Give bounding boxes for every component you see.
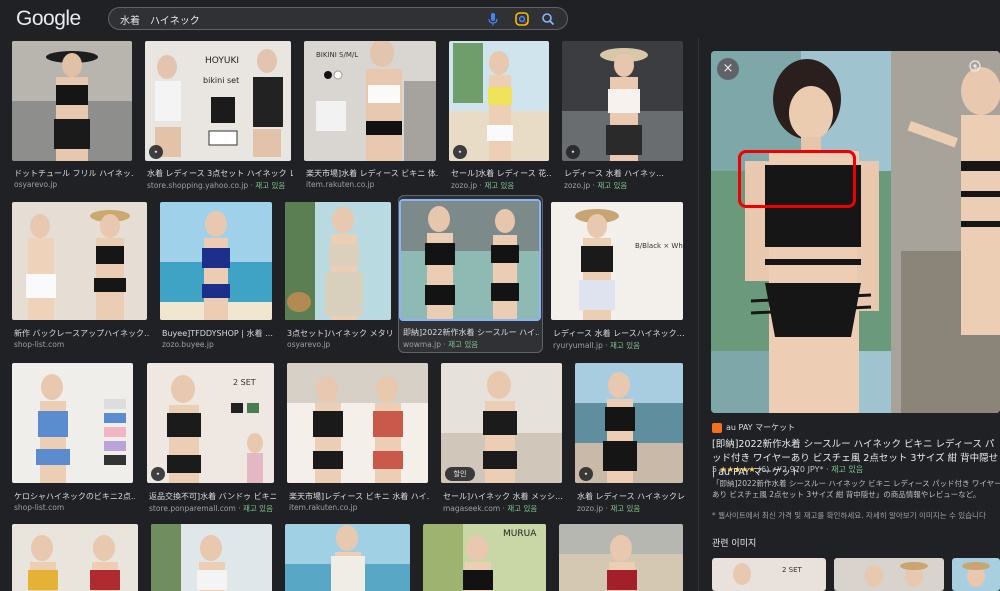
result-title[interactable]: レディース 水着 レースハイネック…: [553, 328, 685, 339]
result-source[interactable]: zozo.jp · 재고 있음: [577, 503, 685, 514]
price-disclaimer: * 웹사이트에서 최신 가격 및 재고를 확인하세요. 자세히 알아보기 이미지…: [712, 511, 986, 520]
store-name[interactable]: au PAY マーケット: [712, 422, 795, 433]
product-description: 「即納]2022新作水着 シースルー ハイネック ビキニ レディース パッド付き…: [712, 479, 1000, 499]
rating-row: 5 ★★★★★ (6) · ¥2,970 JPY* · 재고 있음: [712, 465, 864, 474]
result-source[interactable]: zozo.jp · 재고 있음: [451, 180, 551, 191]
product-tag-icon: ⬩: [566, 145, 580, 159]
result-source[interactable]: store.ponparemall.com · 재고 있음: [149, 503, 276, 514]
result-title[interactable]: レディース 水着 ハイネッ…: [564, 168, 685, 179]
related-thumbnail[interactable]: [834, 558, 944, 591]
price: ¥2,970 JPY*: [777, 465, 824, 474]
result-title[interactable]: ドットチュール フリル ハイネッ…: [14, 168, 134, 179]
result-thumbnail[interactable]: [562, 41, 683, 161]
close-icon[interactable]: ×: [717, 58, 739, 80]
product-tag-icon: ⬩: [579, 467, 593, 481]
result-source[interactable]: store.shopping.yahoo.co.jp · 재고 있음: [147, 180, 293, 191]
result-thumbnail[interactable]: MURUA: [423, 524, 546, 591]
result-thumbnail[interactable]: [160, 202, 272, 320]
bikini-set-label: bikini set: [203, 76, 239, 85]
image-results-grid: ドットチュール フリル ハイネッ… osyarevo.jp HOYUKI bik…: [0, 38, 698, 591]
result-source[interactable]: item.rakuten.co.jp: [289, 503, 430, 512]
result-thumbnail[interactable]: [151, 524, 272, 591]
result-thumbnail[interactable]: [12, 363, 133, 483]
result-thumbnail[interactable]: [449, 41, 549, 161]
result-title[interactable]: 水着 レディース ハイネックレ…: [577, 491, 685, 502]
result-source[interactable]: ryuryumall.jp · 재고 있음: [553, 340, 685, 351]
search-icon[interactable]: [541, 12, 555, 26]
share-icon[interactable]: [967, 58, 983, 74]
result-source[interactable]: shop-list.com: [14, 503, 135, 512]
related-thumbnail[interactable]: 2 SET: [712, 558, 826, 591]
result-source[interactable]: zozo.buyee.jp: [162, 340, 274, 349]
result-source[interactable]: zozo.jp · 재고 있음: [564, 180, 685, 191]
result-thumbnail[interactable]: [559, 524, 683, 591]
result-title[interactable]: セール]ハイネック 水着 メッシ…: [443, 491, 564, 502]
result-thumbnail[interactable]: [12, 202, 147, 320]
bikini-set-label: HOYUKI: [205, 56, 239, 66]
sale-badge: 할인: [445, 467, 475, 481]
google-logo[interactable]: Google: [16, 7, 81, 31]
result-source[interactable]: osyarevo.jp: [287, 340, 393, 349]
result-title[interactable]: 即納]2022新作水着 シースルー ハイ…: [403, 327, 539, 338]
preview-image[interactable]: [711, 51, 1000, 413]
result-title[interactable]: 楽天市場]水着 レディース ビキニ 体…: [306, 168, 438, 179]
result-source[interactable]: magaseek.com · 재고 있음: [443, 503, 564, 514]
rating-stars: ★★★★★: [719, 465, 756, 474]
result-thumbnail[interactable]: [285, 202, 391, 320]
product-tag-icon: ⬩: [453, 145, 467, 159]
header-bar: Google 水着 ハイネック: [0, 0, 1000, 38]
colorway-label: B/Black × White: [635, 242, 683, 250]
result-title[interactable]: 楽天市場]レディース ビキニ 水着 ハイ…: [289, 491, 430, 502]
stock-status: 재고 있음: [831, 465, 864, 474]
result-thumbnail[interactable]: [287, 363, 428, 483]
result-title[interactable]: 新作 バックレースアップハイネック…: [14, 328, 149, 339]
preview-panel: × au PAY マーケット [即納]2022新作水着 シースルー ハイネック …: [699, 38, 1000, 591]
related-thumbnail[interactable]: [952, 558, 1000, 591]
result-thumbnail[interactable]: [285, 524, 410, 591]
search-input[interactable]: 水着 ハイネック: [120, 12, 200, 27]
result-title[interactable]: 3点セット]ハイネック メタリ…: [287, 328, 393, 339]
highlight-annotation-box: [738, 150, 856, 208]
result-title[interactable]: セール]水着 レディース 花…: [451, 168, 551, 179]
result-source[interactable]: osyarevo.jp: [14, 180, 134, 189]
result-source[interactable]: shop-list.com: [14, 340, 149, 349]
result-thumbnail[interactable]: BIKINI S/M/L: [304, 41, 436, 161]
result-thumbnail[interactable]: [12, 41, 132, 161]
bikini-sml-label: BIKINI S/M/L: [316, 51, 358, 59]
brand-watermark: MURUA: [503, 529, 537, 539]
result-thumbnail[interactable]: [575, 363, 683, 483]
result-thumbnail[interactable]: [399, 199, 541, 321]
google-lens-icon[interactable]: [515, 12, 529, 26]
result-title[interactable]: 水着 レディース 3点セット ハイネック レ…: [147, 168, 293, 179]
set-label: 2 SET: [782, 566, 803, 574]
au-pay-store-icon: [712, 422, 722, 433]
result-thumbnail[interactable]: B/Black × White: [551, 202, 683, 320]
result-thumbnail[interactable]: HOYUKI bikini set: [145, 41, 291, 161]
set-label: 2 SET: [233, 378, 256, 387]
result-thumbnail[interactable]: [12, 524, 138, 591]
result-thumbnail[interactable]: 2 SET: [147, 363, 274, 483]
result-title[interactable]: Buyee]TFDDYSHOP | 水着 …: [162, 328, 274, 339]
related-images-heading: 관련 이미지: [712, 539, 757, 549]
search-box[interactable]: 水着 ハイネック: [108, 7, 568, 30]
result-title[interactable]: ケロシャハイネックのビキニ2点…: [14, 491, 135, 502]
microphone-icon[interactable]: [487, 12, 499, 26]
product-tag-icon: ⬩: [149, 145, 163, 159]
product-tag-icon: ⬩: [151, 467, 165, 481]
result-source[interactable]: wowma.jp · 재고 있음: [403, 339, 539, 350]
result-source[interactable]: item.rakuten.co.jp: [306, 180, 438, 189]
result-thumbnail[interactable]: [441, 363, 562, 483]
result-title[interactable]: 返品交換不可]水着 バンドゥ ビキニ …: [149, 491, 276, 502]
